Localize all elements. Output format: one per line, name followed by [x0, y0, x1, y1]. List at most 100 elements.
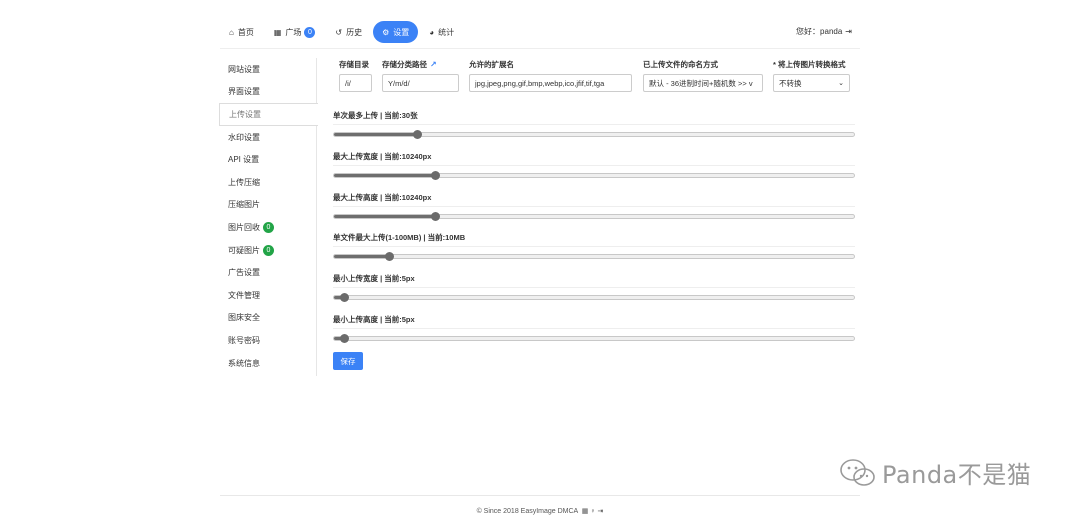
extensions-input[interactable]: jpg,jpeg,png,gif,bmp,webp,ico,jfif,tif,t… — [469, 74, 632, 92]
footer-icons[interactable]: ▦ ♀ ⇥ — [582, 508, 604, 515]
convert-select[interactable]: 不转换 ⌄ — [773, 74, 850, 92]
slider-label: 最小上传宽度 | 当前:5px — [333, 274, 415, 283]
settings-sidebar: 网站设置 界面设置 上传设置 水印设置 API 设置 上传压缩 压缩图片 图片回… — [219, 58, 318, 376]
slider-fill — [334, 255, 389, 258]
max-filesize-slider-block: 单文件最大上传(1-100MB) | 当前:10MB — [333, 232, 857, 261]
slider-handle[interactable] — [340, 334, 350, 343]
user-greeting[interactable]: 您好：panda ⇥ — [796, 26, 852, 37]
external-link-icon[interactable]: ↗ — [430, 58, 437, 72]
divider — [333, 206, 855, 207]
slider-label: 最大上传宽度 | 当前:10240px — [333, 152, 432, 161]
max-height-slider-block: 最大上传高度 | 当前:10240px — [333, 192, 857, 221]
slider-handle[interactable] — [431, 171, 441, 180]
min-height-slider[interactable] — [333, 334, 855, 343]
nav-divider — [220, 48, 860, 49]
recycle-count-badge: 0 — [263, 221, 274, 233]
storage-dir-label: 存储目录 — [339, 60, 369, 69]
storage-dir-input[interactable]: /i/ — [339, 74, 372, 92]
nav-stats[interactable]: ◕ 统计 — [420, 21, 463, 43]
home-icon: ⌂ — [229, 27, 234, 37]
history-icon: ↺ — [335, 27, 343, 37]
sidebar-item-upload-compress[interactable]: 上传压缩 — [219, 171, 316, 194]
slider-label: 最小上传高度 | 当前:5px — [333, 315, 415, 324]
slider-fill — [334, 215, 436, 218]
min-height-slider-block: 最小上传高度 | 当前:5px — [333, 314, 857, 343]
pie-chart-icon: ◕ — [429, 27, 435, 37]
convert-select-value: 不转换 — [779, 78, 802, 88]
storage-path-input[interactable]: Y/m/d/ — [382, 74, 459, 92]
greeting-text: 您好：panda — [796, 27, 843, 36]
sidebar-item-account[interactable]: 账号密码 — [219, 329, 316, 352]
sidebar-item-label: 系统信息 — [228, 358, 260, 368]
nav-home[interactable]: ⌂ 首页 — [220, 21, 263, 43]
sidebar-item-label: 图片回收 — [228, 222, 260, 232]
nav-settings-label: 设置 — [393, 27, 410, 37]
top-nav: ⌂ 首页 ▦ 广场 0 ↺ 历史 ⚙ 设置 ◕ 统计 您好：panda ⇥ — [220, 20, 860, 44]
max-filesize-slider[interactable] — [333, 252, 855, 261]
naming-select[interactable]: 默认 - 36进制时间+随机数 >> v — [643, 74, 763, 92]
sidebar-item-system[interactable]: 系统信息 — [219, 352, 316, 375]
sidebar-item-suspicious[interactable]: 可疑图片 0 — [219, 239, 316, 262]
footer: © Since 2018 EasyImage DMCA ▦ ♀ ⇥ — [0, 507, 1080, 515]
sidebar-item-security[interactable]: 图床安全 — [219, 307, 316, 330]
nav-history[interactable]: ↺ 历史 — [326, 21, 371, 43]
nav-history-label: 历史 — [346, 27, 363, 37]
sidebar-item-label: 压缩图片 — [228, 200, 260, 210]
footer-text: © Since 2018 EasyImage DMCA — [476, 508, 578, 515]
save-button[interactable]: 保存 — [333, 352, 363, 370]
sidebar-item-api[interactable]: API 设置 — [219, 148, 316, 171]
slider-label: 最大上传高度 | 当前:10240px — [333, 193, 432, 202]
min-width-slider[interactable] — [333, 293, 855, 302]
sidebar-item-label: 图床安全 — [228, 313, 260, 323]
nav-square[interactable]: ▦ 广场 0 — [265, 21, 325, 43]
cogs-icon: ⚙ — [382, 27, 390, 37]
divider — [333, 124, 855, 125]
sidebar-item-label: API 设置 — [228, 155, 260, 165]
naming-select-value: 默认 - 36进制时间+随机数 >> v — [649, 78, 753, 88]
logout-icon[interactable]: ⇥ — [845, 27, 852, 36]
divider — [333, 328, 855, 329]
nav-square-label: 广场 — [285, 27, 302, 37]
extensions-field: 允许的扩展名 jpg,jpeg,png,gif,bmp,webp,ico,jfi… — [469, 58, 632, 92]
sidebar-item-label: 上传设置 — [229, 109, 261, 119]
slider-handle[interactable] — [340, 293, 350, 302]
naming-field: 已上传文件的命名方式 默认 - 36进制时间+随机数 >> v — [643, 58, 763, 92]
sidebar-item-ads[interactable]: 广告设置 — [219, 261, 316, 284]
chevron-down-icon: ⌄ — [838, 80, 844, 87]
sidebar-item-files[interactable]: 文件管理 — [219, 284, 316, 307]
slider-handle[interactable] — [413, 130, 423, 139]
watermark-text: Panda不是猫 — [882, 461, 1032, 489]
nav-settings[interactable]: ⚙ 设置 — [373, 21, 419, 43]
wechat-icon — [840, 458, 875, 486]
naming-label: 已上传文件的命名方式 — [643, 60, 718, 69]
convert-label: * 将上传图片转换格式 — [773, 60, 846, 69]
sidebar-item-ui[interactable]: 界面设置 — [219, 81, 316, 104]
sidebar-item-recycle[interactable]: 图片回收 0 — [219, 216, 316, 239]
sidebar-item-upload[interactable]: 上传设置 — [219, 103, 318, 126]
footer-divider — [220, 495, 860, 496]
slider-label: 单次最多上传 | 当前:30张 — [333, 111, 418, 120]
storage-dir-field: 存储目录 /i/ — [339, 58, 372, 92]
slider-handle[interactable] — [384, 252, 394, 261]
sidebar-item-site[interactable]: 网站设置 — [219, 58, 316, 81]
sidebar-item-label: 网站设置 — [228, 64, 260, 74]
max-width-slider[interactable] — [333, 171, 855, 180]
grid-icon: ▦ — [273, 27, 282, 37]
square-count-badge: 0 — [304, 26, 316, 38]
max-files-slider-block: 单次最多上传 | 当前:30张 — [333, 110, 857, 139]
sidebar-item-label: 可疑图片 — [228, 245, 260, 255]
sidebar-item-compress-images[interactable]: 压缩图片 — [219, 194, 316, 217]
max-width-slider-block: 最大上传宽度 | 当前:10240px — [333, 151, 857, 180]
sidebar-item-watermark[interactable]: 水印设置 — [219, 126, 316, 149]
max-files-slider[interactable] — [333, 130, 855, 139]
nav-home-label: 首页 — [237, 27, 254, 37]
sidebar-item-label: 上传压缩 — [228, 177, 260, 187]
sidebar-item-label: 文件管理 — [228, 290, 260, 300]
sidebar-item-label: 广告设置 — [228, 268, 260, 278]
slider-fill — [334, 133, 418, 136]
suspicious-count-badge: 0 — [263, 244, 274, 256]
divider — [333, 246, 855, 247]
slider-handle[interactable] — [431, 212, 441, 221]
divider — [333, 287, 855, 288]
max-height-slider[interactable] — [333, 212, 855, 221]
